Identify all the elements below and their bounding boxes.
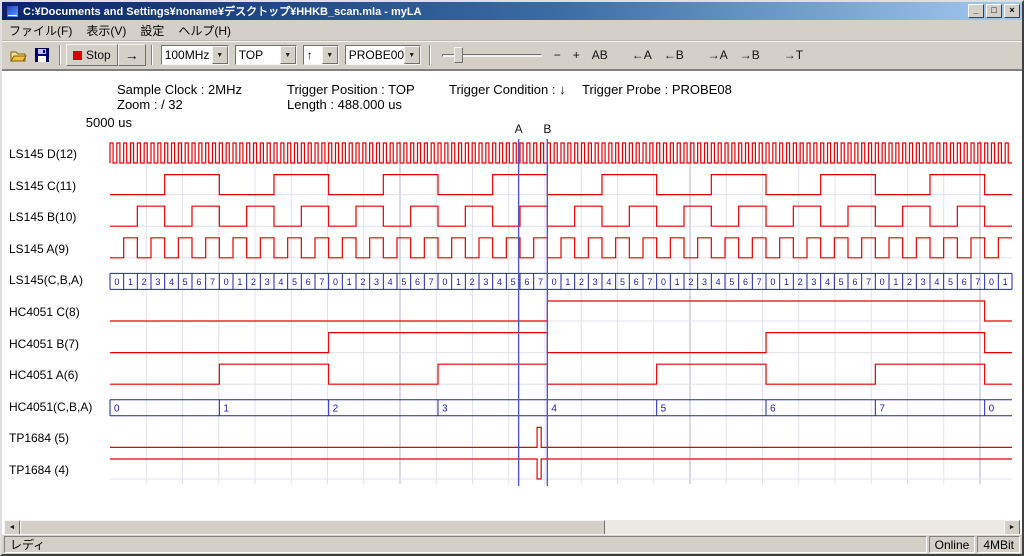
trigger-position-select[interactable]: TOP ▼ (235, 45, 297, 65)
channel-label[interactable]: TP1684 (4) (9, 463, 69, 478)
title-bar: C:¥Documents and Settings¥noname¥デスクトップ¥… (2, 2, 1022, 20)
zoom-in-button[interactable]: + (567, 45, 586, 65)
chevron-down-icon[interactable]: ▼ (212, 46, 228, 64)
channel-label[interactable]: HC4051 B(7) (9, 337, 79, 352)
toolbar-separator (59, 45, 61, 65)
status-memory-badge: 4MBit (977, 536, 1020, 553)
toolbar-separator (429, 45, 431, 65)
channel-label[interactable]: LS145 B(10) (9, 210, 76, 225)
trigger-edge-select[interactable]: ↑ ▼ (303, 45, 339, 65)
goto-b-left-button[interactable]: ←B (658, 45, 690, 65)
zoom-slider-thumb[interactable] (454, 47, 463, 63)
zoom-slider[interactable] (442, 44, 542, 66)
channel-label[interactable]: TP1684 (5) (9, 431, 69, 446)
trigger-probe-value: PROBE00 (346, 48, 404, 62)
close-button[interactable]: × (1004, 4, 1020, 18)
minimize-button[interactable]: _ (968, 4, 984, 18)
channel-label[interactable]: LS145 C(11) (9, 179, 76, 194)
goto-a-left-button[interactable]: ←A (626, 45, 658, 65)
menu-help[interactable]: ヘルプ(H) (171, 20, 238, 41)
menu-file[interactable]: ファイル(F) (2, 20, 79, 41)
chevron-down-icon[interactable]: ▼ (280, 46, 296, 64)
zoom-out-button[interactable]: − (548, 45, 567, 65)
scroll-left-button[interactable]: ◄ (4, 520, 20, 535)
goto-b-right-button[interactable]: →B (734, 45, 766, 65)
trigger-edge-value: ↑ (304, 48, 322, 62)
scrollbar-thumb[interactable] (20, 520, 605, 535)
open-folder-icon (10, 49, 27, 62)
status-bar: レディ Online 4MBit (2, 534, 1022, 554)
status-ready: レディ (4, 536, 927, 553)
channel-label[interactable]: LS145 D(12) (9, 147, 77, 162)
horizontal-scrollbar[interactable]: ◄ ► (4, 520, 1020, 535)
ab-span-button[interactable]: AB (586, 45, 614, 65)
toolbar: Stop → 100MHz ▼ TOP ▼ ↑ ▼ PROBE00 ▼ − + … (2, 41, 1022, 70)
toolbar-separator (151, 45, 153, 65)
channel-label[interactable]: HC4051 A(6) (9, 368, 78, 383)
maximize-button[interactable]: □ (986, 4, 1002, 18)
open-button[interactable] (6, 44, 30, 66)
goto-a-right-button[interactable]: →A (702, 45, 734, 65)
stop-button-label: Stop (86, 48, 111, 62)
trigger-position-value: TOP (236, 48, 280, 62)
window-controls: _ □ × (968, 4, 1020, 18)
stop-button[interactable]: Stop (66, 44, 118, 66)
menu-settings[interactable]: 設定 (133, 20, 171, 41)
channel-label[interactable]: LS145 A(9) (9, 242, 69, 257)
chevron-down-icon[interactable]: ▼ (404, 46, 420, 64)
channel-label[interactable]: LS145(C,B,A) (9, 273, 83, 288)
waveform-panel: Sample Clock : 2MHz Trigger Position : T… (2, 70, 1022, 538)
channel-label-column: LS145 D(12) LS145 C(11) LS145 B(10) LS145 A… (2, 71, 1022, 538)
goto-trigger-button[interactable]: →T (778, 45, 809, 65)
floppy-disk-icon (35, 48, 49, 62)
status-online-badge: Online (929, 536, 976, 553)
chevron-down-icon[interactable]: ▼ (322, 46, 338, 64)
app-window: C:¥Documents and Settings¥noname¥デスクトップ¥… (0, 0, 1024, 556)
menu-view[interactable]: 表示(V) (79, 20, 133, 41)
sample-clock-value: 100MHz (162, 48, 212, 62)
trigger-probe-select[interactable]: PROBE00 ▼ (345, 45, 421, 65)
sample-clock-select[interactable]: 100MHz ▼ (161, 45, 229, 65)
scroll-right-button[interactable]: ► (1004, 520, 1020, 535)
app-icon (6, 5, 19, 18)
run-button[interactable]: → (118, 44, 146, 66)
channel-label[interactable]: HC4051 C(8) (9, 305, 80, 320)
window-title: C:¥Documents and Settings¥noname¥デスクトップ¥… (23, 3, 968, 19)
menu-bar: ファイル(F) 表示(V) 設定 ヘルプ(H) (2, 20, 1022, 41)
stop-icon (73, 51, 82, 60)
save-button[interactable] (30, 44, 54, 66)
channel-label[interactable]: HC4051(C,B,A) (9, 400, 92, 415)
run-arrow-icon: → (125, 47, 139, 63)
